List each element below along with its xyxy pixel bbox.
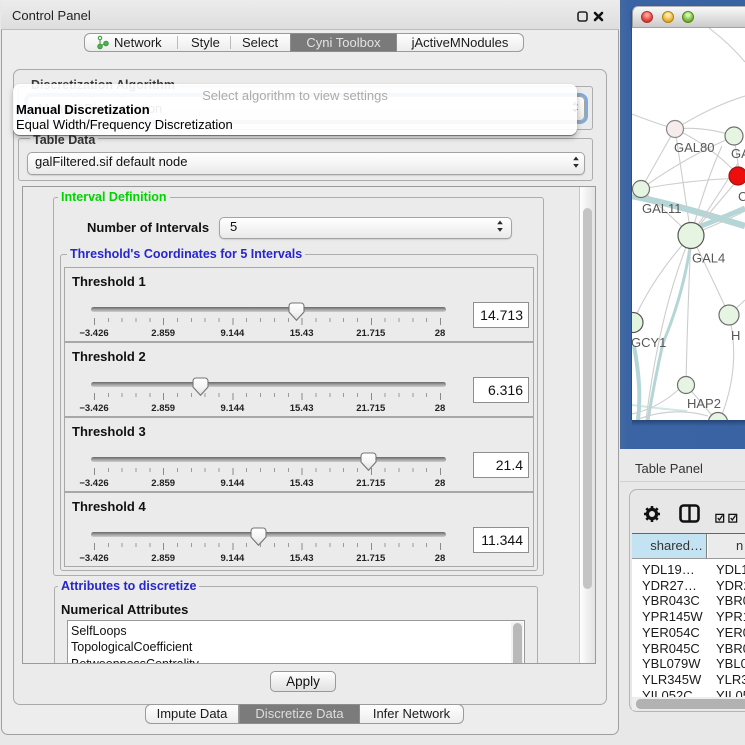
svg-text:GAL11: GAL11 [642, 201, 682, 216]
svg-text:GA: GA [731, 146, 745, 161]
svg-text:GCY1: GCY1 [632, 335, 666, 350]
svg-text:H: H [731, 328, 740, 343]
svg-text:GAL4: GAL4 [692, 251, 725, 266]
svg-text:C: C [738, 189, 745, 204]
svg-text:HAP2: HAP2 [687, 396, 721, 411]
svg-text:GAL80: GAL80 [674, 140, 714, 155]
